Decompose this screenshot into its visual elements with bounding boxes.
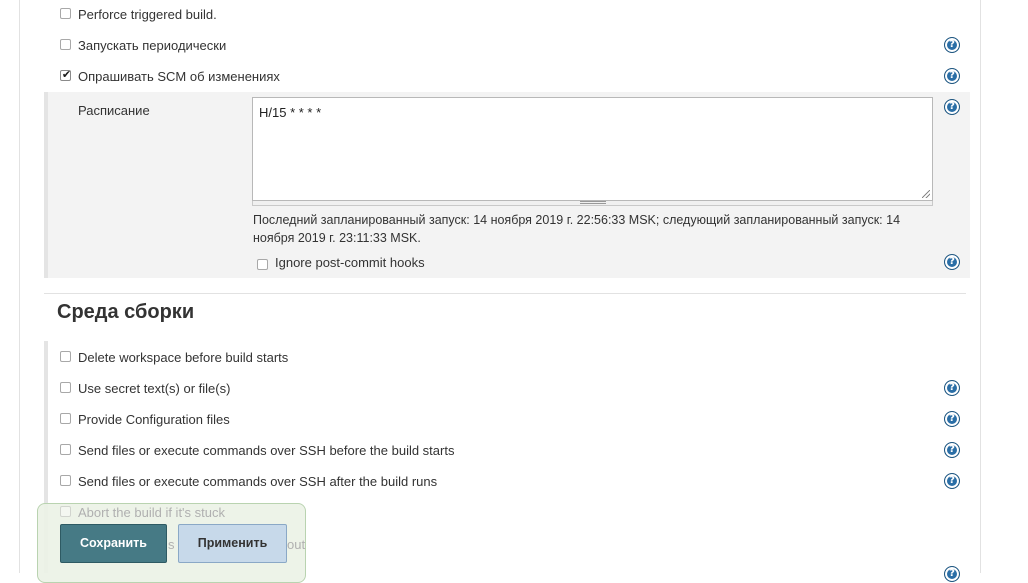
ssh-before-label: Send files or execute commands over SSH … [78, 443, 455, 458]
obscured-option-fragment: out [287, 537, 306, 552]
poll-scm-checkbox[interactable]: ✔ [60, 68, 72, 81]
secret-files-label: Use secret text(s) or file(s) [78, 381, 231, 396]
help-icon[interactable]: ? [944, 566, 960, 582]
left-border [19, 0, 20, 573]
perforce-label: Perforce triggered build. [78, 7, 217, 22]
help-icon[interactable]: ? [944, 442, 960, 458]
help-icon[interactable]: ? [944, 99, 960, 115]
section-divider [44, 293, 966, 294]
help-icon[interactable]: ? [944, 254, 960, 270]
delete-workspace-label: Delete workspace before build starts [78, 350, 289, 365]
schedule-textarea[interactable]: H/15 * * * * [252, 97, 933, 201]
textarea-resize-bar[interactable] [252, 201, 933, 206]
schedule-value[interactable]: H/15 * * * * [259, 105, 321, 120]
help-icon[interactable]: ? [944, 68, 960, 84]
config-files-label: Provide Configuration files [78, 412, 230, 427]
perforce-checkbox[interactable] [60, 8, 71, 19]
section-title: Среда сборки [57, 301, 195, 323]
ssh-after-checkbox[interactable] [60, 475, 71, 486]
ignore-hooks-checkbox[interactable] [257, 259, 268, 270]
config-files-checkbox[interactable] [60, 413, 71, 424]
abort-stuck-checkbox[interactable] [60, 506, 71, 517]
abort-stuck-label: Abort the build if it's stuck [78, 505, 225, 520]
schedule-description: Последний запланированный запуск: 14 ноя… [253, 213, 901, 245]
secret-files-checkbox[interactable] [60, 382, 71, 393]
help-icon[interactable]: ? [944, 473, 960, 489]
resize-grip-icon[interactable] [922, 190, 930, 198]
periodic-checkbox[interactable] [60, 39, 71, 50]
schedule-label: Расписание [78, 103, 150, 118]
resize-handle-icon[interactable] [580, 201, 606, 204]
periodic-label: Запускать периодически [78, 38, 227, 53]
help-icon[interactable]: ? [944, 411, 960, 427]
ssh-after-label: Send files or execute commands over SSH … [78, 474, 438, 489]
apply-button[interactable]: Применить [178, 524, 287, 563]
ssh-before-checkbox[interactable] [60, 444, 71, 455]
help-icon[interactable]: ? [944, 37, 960, 53]
delete-workspace-checkbox[interactable] [60, 351, 71, 362]
check-icon: ✔ [61, 68, 72, 81]
save-button[interactable]: Сохранить [60, 524, 167, 563]
ignore-hooks-label: Ignore post-commit hooks [275, 255, 425, 270]
poll-scm-label: Опрашивать SCM об изменениях [78, 69, 280, 84]
help-icon[interactable]: ? [944, 380, 960, 396]
right-border [980, 0, 981, 573]
